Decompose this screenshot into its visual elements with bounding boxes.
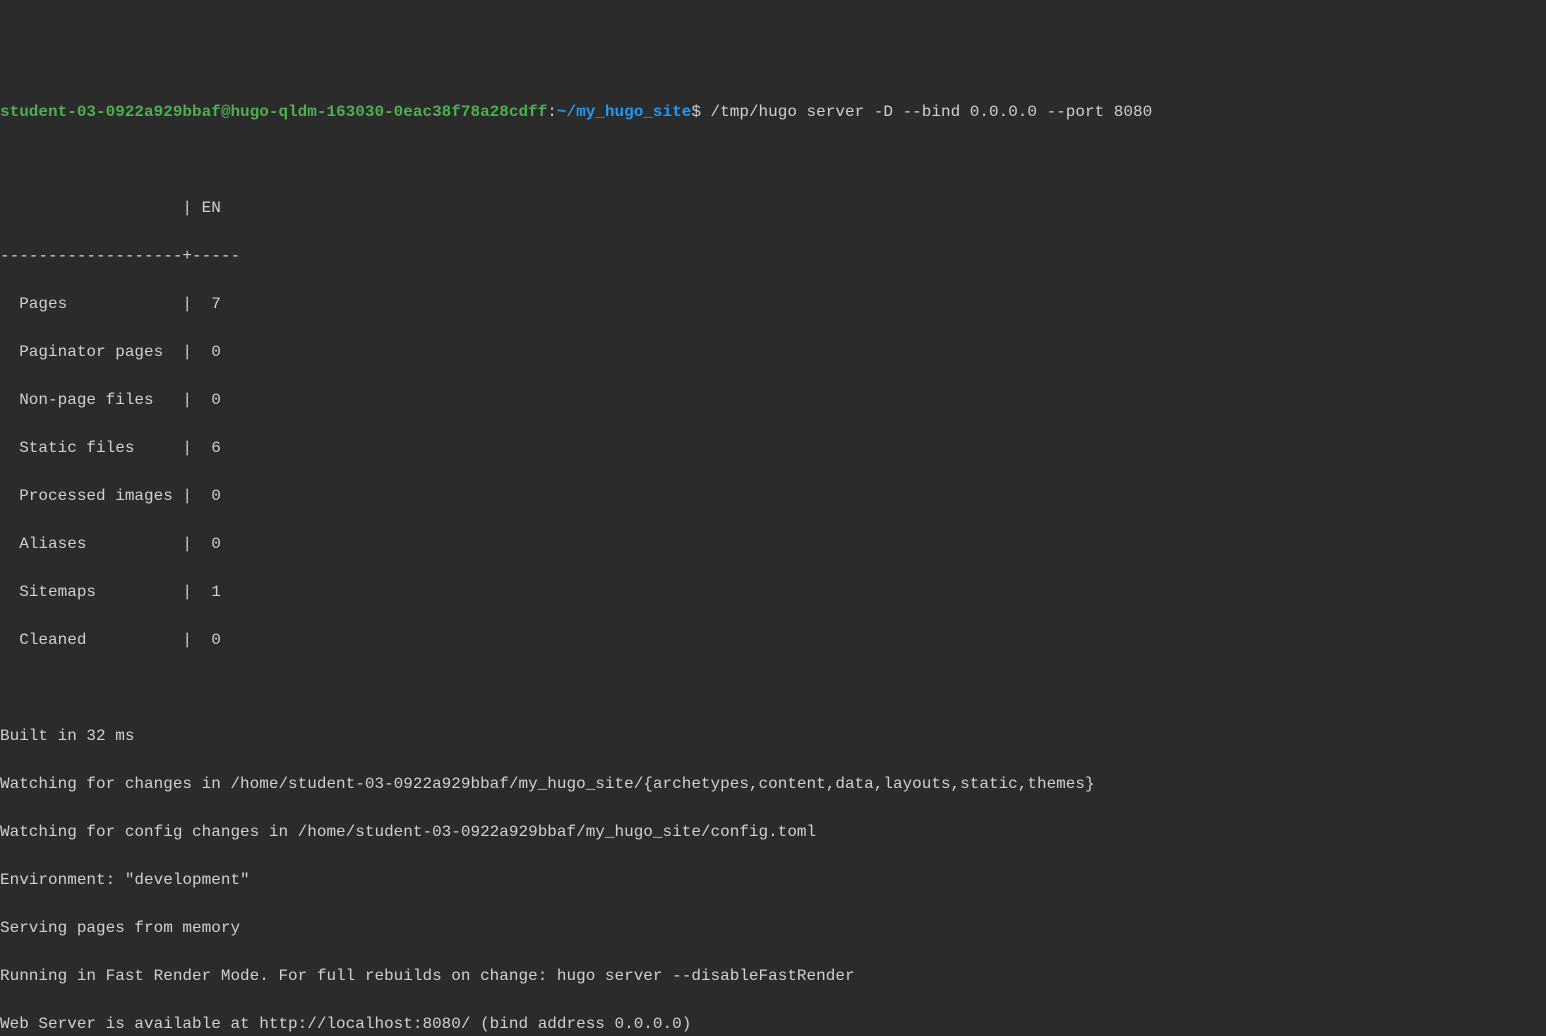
blank-line bbox=[0, 676, 1546, 700]
table-row: Pages | 7 bbox=[0, 292, 1546, 316]
prompt-dollar: $ bbox=[691, 103, 701, 121]
web-server-url: Web Server is available at http://localh… bbox=[0, 1012, 1546, 1036]
environment: Environment: "development" bbox=[0, 868, 1546, 892]
table-row: Static files | 6 bbox=[0, 436, 1546, 460]
table-row: Aliases | 0 bbox=[0, 532, 1546, 556]
table-row: Paginator pages | 0 bbox=[0, 340, 1546, 364]
serving-pages: Serving pages from memory bbox=[0, 916, 1546, 940]
fast-render-mode: Running in Fast Render Mode. For full re… bbox=[0, 964, 1546, 988]
watching-config: Watching for config changes in /home/stu… bbox=[0, 820, 1546, 844]
command-text: /tmp/hugo server -D --bind 0.0.0.0 --por… bbox=[701, 103, 1152, 121]
table-row: Processed images | 0 bbox=[0, 484, 1546, 508]
prompt-line[interactable]: student-03-0922a929bbaf@hugo-qldm-163030… bbox=[0, 100, 1546, 124]
table-separator: -------------------+----- bbox=[0, 244, 1546, 268]
prompt-colon: : bbox=[547, 103, 557, 121]
built-time: Built in 32 ms bbox=[0, 724, 1546, 748]
watching-changes: Watching for changes in /home/student-03… bbox=[0, 772, 1546, 796]
prompt-path: ~/my_hugo_site bbox=[557, 103, 691, 121]
blank-line bbox=[0, 148, 1546, 172]
table-row: Cleaned | 0 bbox=[0, 628, 1546, 652]
prompt-user-host: student-03-0922a929bbaf@hugo-qldm-163030… bbox=[0, 103, 547, 121]
table-row: Non-page files | 0 bbox=[0, 388, 1546, 412]
table-row: Sitemaps | 1 bbox=[0, 580, 1546, 604]
table-header: | EN bbox=[0, 196, 1546, 220]
